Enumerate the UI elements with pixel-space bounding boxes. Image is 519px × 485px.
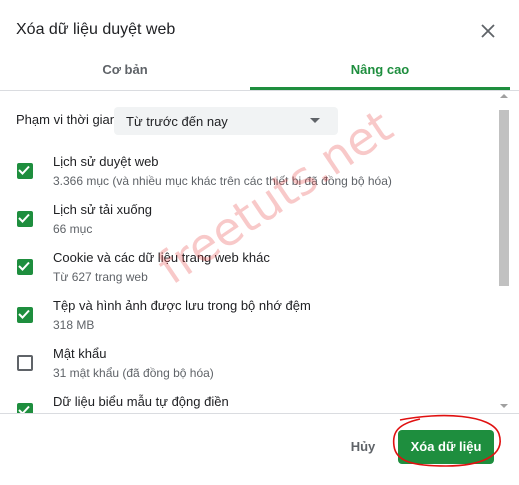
item-autofill: Dữ liệu biểu mẫu tự động điền <box>0 394 490 413</box>
item-description: 3.366 mục (và nhiều mục khác trên các th… <box>53 174 392 188</box>
item-label: Tệp và hình ảnh được lưu trong bộ nhớ đệ… <box>53 298 311 313</box>
dialog-title: Xóa dữ liệu duyệt web <box>16 21 176 38</box>
time-range-label: Phạm vi thời gian <box>16 112 118 127</box>
scroll-down-arrow-icon[interactable] <box>500 404 508 408</box>
item-label: Mật khẩu <box>53 346 107 361</box>
scroll-up-arrow-icon[interactable] <box>500 94 508 98</box>
cancel-button[interactable]: Hủy <box>338 430 388 464</box>
item-description: 318 MB <box>53 318 95 332</box>
item-download-history: Lịch sử tải xuống 66 mục <box>0 202 490 246</box>
close-icon[interactable] <box>476 19 500 43</box>
clear-browsing-data-dialog: Xóa dữ liệu duyệt web Cơ bản Nâng cao Ph… <box>0 0 519 485</box>
item-browsing-history: Lịch sử duyệt web 3.366 mục (và nhiều mụ… <box>0 154 490 198</box>
scrollbar-thumb[interactable] <box>499 110 509 286</box>
active-tab-indicator <box>250 87 510 90</box>
tab-bar: Cơ bản Nâng cao <box>0 52 519 91</box>
checkbox-cookies[interactable] <box>17 259 33 275</box>
time-range-value: Từ trước đến nay <box>126 114 228 129</box>
item-label: Dữ liệu biểu mẫu tự động điền <box>53 394 229 409</box>
footer-divider <box>0 413 519 414</box>
item-label: Lịch sử tải xuống <box>53 202 153 217</box>
item-description: 66 mục <box>53 222 93 236</box>
chevron-down-icon <box>310 118 320 123</box>
item-description: Từ 627 trang web <box>53 270 148 284</box>
clear-data-button[interactable]: Xóa dữ liệu <box>398 430 494 464</box>
item-description: 31 mật khẩu (đã đồng bộ hóa) <box>53 366 214 380</box>
item-cache: Tệp và hình ảnh được lưu trong bộ nhớ đệ… <box>0 298 490 342</box>
item-label: Cookie và các dữ liệu trang web khác <box>53 250 270 265</box>
advanced-content: Phạm vi thời gian Từ trước đến nay Lịch … <box>0 91 519 413</box>
checkbox-download-history[interactable] <box>17 211 33 227</box>
item-passwords: Mật khẩu 31 mật khẩu (đã đồng bộ hóa) <box>0 346 490 390</box>
item-label: Lịch sử duyệt web <box>53 154 159 169</box>
tab-advanced[interactable]: Nâng cao <box>250 52 510 90</box>
tab-basic[interactable]: Cơ bản <box>0 52 250 90</box>
checkbox-cache[interactable] <box>17 307 33 323</box>
checkbox-passwords[interactable] <box>17 355 33 371</box>
item-cookies: Cookie và các dữ liệu trang web khác Từ … <box>0 250 490 294</box>
checkbox-browsing-history[interactable] <box>17 163 33 179</box>
time-range-select[interactable]: Từ trước đến nay <box>114 107 338 135</box>
scrollbar[interactable] <box>497 91 511 413</box>
checkbox-autofill[interactable] <box>17 403 33 413</box>
